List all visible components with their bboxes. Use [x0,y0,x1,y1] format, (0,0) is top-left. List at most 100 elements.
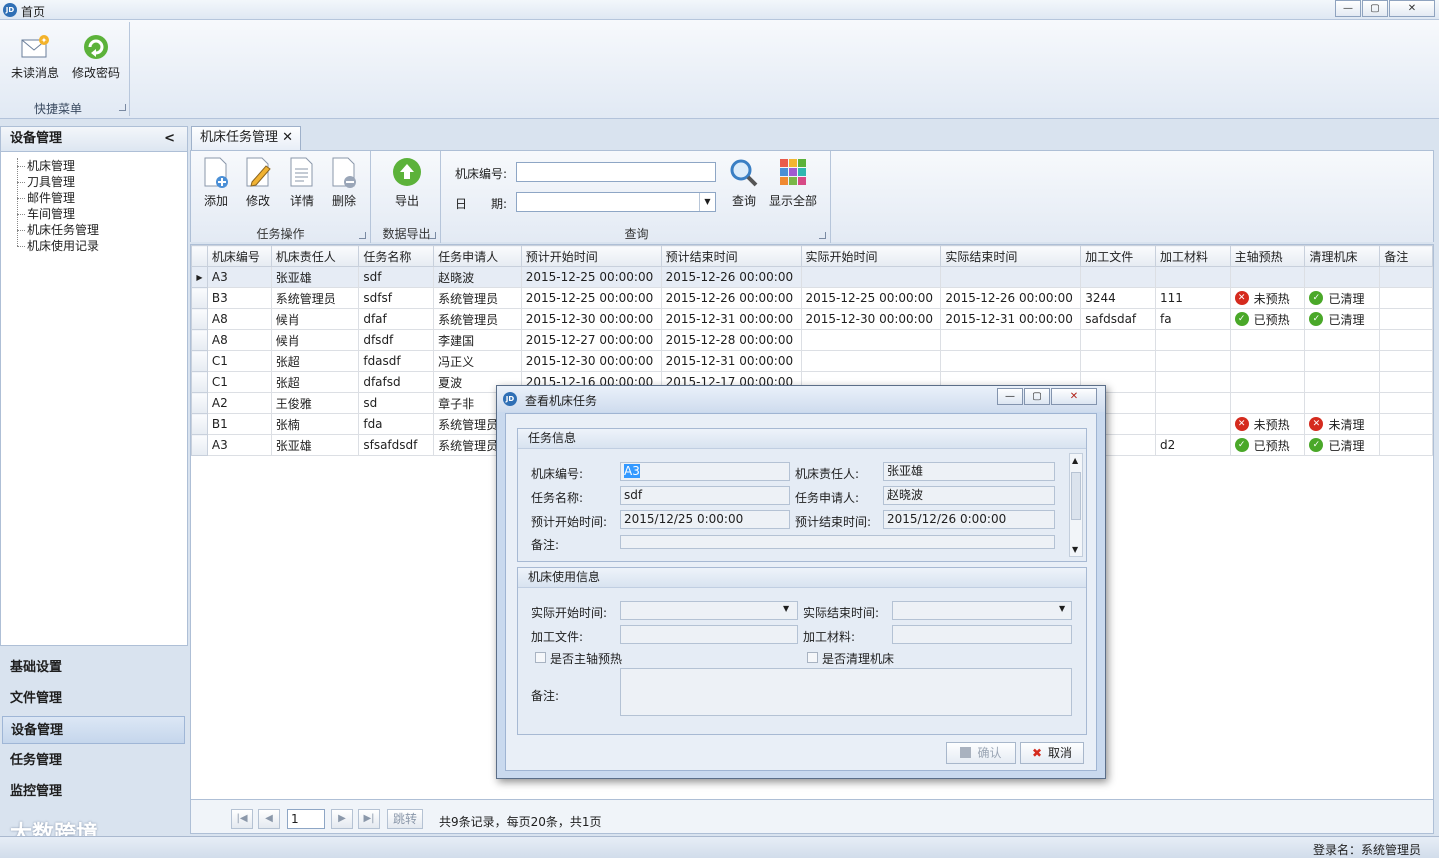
actual-end-cell[interactable] [940,329,1082,351]
clean-cell[interactable] [1304,266,1381,288]
note-cell[interactable] [1379,371,1433,393]
query-button[interactable]: 查询 [728,156,760,209]
note-field[interactable] [620,535,1055,549]
material-cell[interactable] [1154,392,1231,414]
machine-no-cell[interactable]: A3 [206,266,272,288]
task-name-cell[interactable]: sdfsf [358,287,435,309]
minimize-button[interactable]: — [1335,0,1361,17]
table-row[interactable]: A8 候肖 dfaf 系统管理员 2015-12-30 00:00:00 2015-12-… [191,308,1433,330]
column-header[interactable]: 任务名称 [358,245,435,267]
table-row[interactable]: C1 张超 fdasdf 冯正义 2015-12-30 00:00:00 2015-12-… [191,350,1433,372]
material-cell[interactable] [1154,371,1231,393]
column-header[interactable]: 加工材料 [1154,245,1231,267]
machine-no-cell[interactable]: A3 [206,434,272,456]
dialog-close-button[interactable]: ✕ [1051,388,1097,405]
column-header[interactable]: 备注 [1379,245,1433,267]
machine-no-cell[interactable]: A2 [206,392,272,414]
material-field[interactable] [892,625,1072,644]
note-cell[interactable] [1379,308,1433,330]
material-cell[interactable] [1154,266,1231,288]
preheat-cell[interactable]: ✓ 已预热 [1229,308,1306,330]
task-name-cell[interactable]: dfsdf [358,329,435,351]
row-header[interactable] [191,392,208,414]
plan-start-cell[interactable]: 2015-12-30 00:00:00 [520,308,662,330]
column-header[interactable]: 机床编号 [206,245,272,267]
machine-no-input[interactable] [516,162,716,182]
plan-end-cell[interactable]: 2015-12-31 00:00:00 [660,350,802,372]
dialog-minimize-button[interactable]: — [997,388,1023,405]
tree-item-workshop-management[interactable]: 车间管理 [27,206,75,222]
machine-no-cell[interactable]: A8 [206,308,272,330]
clean-cell[interactable]: ✕ 未清理 [1304,413,1381,435]
collapse-icon[interactable]: < [164,127,175,151]
task-name-cell[interactable]: sd [358,392,435,414]
plan-end-cell[interactable]: 2015-12-26 00:00:00 [660,287,802,309]
file-cell[interactable]: safdsdaf [1080,308,1156,330]
dropdown-arrow-icon[interactable]: ▼ [1059,604,1065,613]
material-cell[interactable]: fa [1154,308,1231,330]
machine-no-cell[interactable]: C1 [206,350,272,372]
owner-cell[interactable]: 张超 [270,350,360,372]
row-header[interactable] [191,371,208,393]
actual-start-cell[interactable] [800,266,942,288]
applicant-cell[interactable]: 系统管理员 [433,308,522,330]
group-expand-icon[interactable] [819,232,826,239]
material-cell[interactable] [1154,350,1231,372]
plan-start-cell[interactable]: 2015-12-30 00:00:00 [520,350,662,372]
material-cell[interactable]: 111 [1154,287,1231,309]
plan-end-cell[interactable]: 2015-12-28 00:00:00 [660,329,802,351]
preheat-cell[interactable]: ✕ 未预热 [1229,287,1306,309]
group-expand-icon[interactable] [359,232,366,239]
row-header[interactable] [191,434,208,456]
owner-cell[interactable]: 候肖 [270,329,360,351]
clean-cell[interactable] [1304,329,1381,351]
preheat-cell[interactable] [1229,371,1306,393]
actual-start-picker[interactable] [620,601,798,620]
tree-item-machine-task-management[interactable]: 机床任务管理 [27,222,99,238]
column-header[interactable]: 加工文件 [1080,245,1156,267]
actual-end-picker[interactable] [892,601,1072,620]
clean-cell[interactable]: ✓ 已清理 [1304,287,1381,309]
row-header[interactable] [191,329,208,351]
row-header[interactable] [191,287,208,309]
actual-end-cell[interactable] [940,266,1082,288]
column-header[interactable]: 实际结束时间 [940,245,1082,267]
applicant-field[interactable]: 赵晓波 [883,486,1055,505]
task-name-cell[interactable]: fdasdf [358,350,435,372]
note-cell[interactable] [1379,392,1433,414]
note-cell[interactable] [1379,266,1433,288]
scroll-thumb[interactable] [1071,472,1081,520]
column-header[interactable]: 机床责任人 [270,245,360,267]
machine-no-cell[interactable]: B3 [206,287,272,309]
tree-item-machine-usage-record[interactable]: 机床使用记录 [27,238,99,254]
owner-cell[interactable]: 张楠 [270,413,360,435]
task-name-cell[interactable]: dfaf [358,308,435,330]
table-row[interactable]: A8 候肖 dfsdf 李建国 2015-12-27 00:00:00 2015-12-2… [191,329,1433,351]
column-header[interactable]: 任务申请人 [433,245,522,267]
table-row[interactable]: ▶ A3 张亚雄 sdf 赵晓波 2015-12-25 00:00:00 2015-12-2… [191,266,1433,288]
confirm-button[interactable]: 确认 [946,742,1016,764]
plan-start-field[interactable]: 2015/12/25 0:00:00 [620,510,790,529]
export-button[interactable]: 导出 [387,156,427,209]
material-cell[interactable]: d2 [1154,434,1231,456]
prev-page-button[interactable]: ◀ [258,809,280,829]
note-cell[interactable] [1379,287,1433,309]
maximize-button[interactable]: ▢ [1362,0,1388,17]
tab-machine-task-management[interactable]: 机床任务管理 ✕ [191,126,301,150]
usage-note-field[interactable] [620,668,1072,716]
actual-start-cell[interactable] [800,329,942,351]
note-cell[interactable] [1379,350,1433,372]
column-header[interactable]: 预计开始时间 [520,245,662,267]
delete-button[interactable]: 删除 [325,156,363,209]
note-cell[interactable] [1379,434,1433,456]
nav-file-management[interactable]: 文件管理 [2,685,185,713]
actual-end-cell[interactable] [940,350,1082,372]
clean-cell[interactable] [1304,350,1381,372]
change-password-button[interactable]: 修改密码 [66,32,126,81]
edit-button[interactable]: 修改 [239,156,277,209]
page-number-input[interactable]: 1 [287,809,325,829]
file-field[interactable] [620,625,798,644]
row-header[interactable] [191,413,208,435]
actual-start-cell[interactable] [800,350,942,372]
actual-start-cell[interactable]: 2015-12-25 00:00:00 [800,287,942,309]
